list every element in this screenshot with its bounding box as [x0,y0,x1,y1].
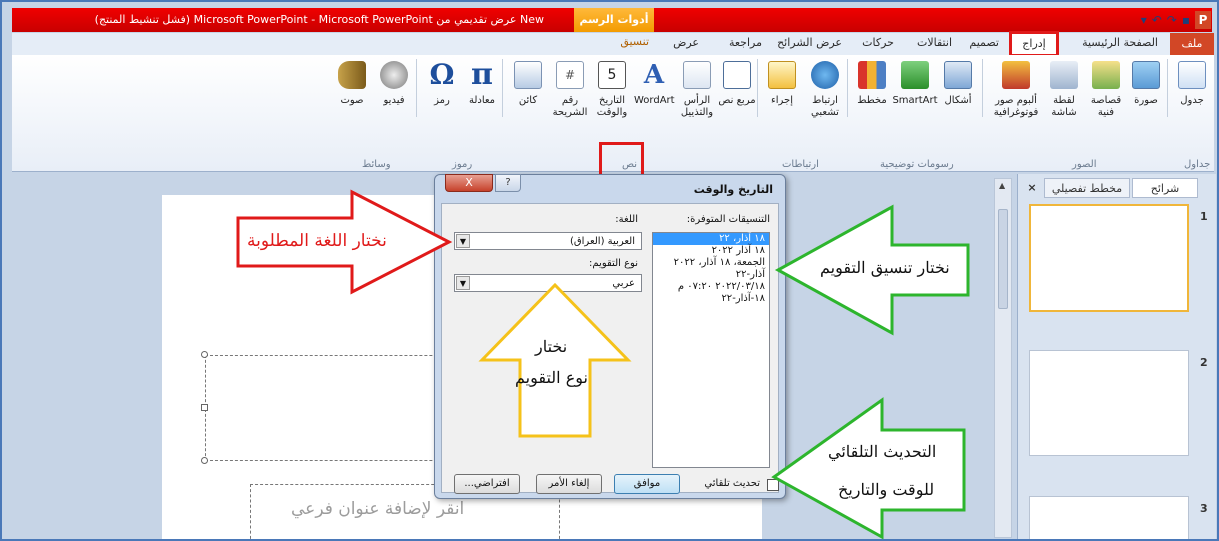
annotation-auto-2: للوقت والتاريخ [838,480,935,499]
annotation-calendar-2: نوع التقويم [515,368,588,387]
app-window: New عرض تقديمي من Microsoft PowerPoint -… [0,0,1219,541]
annotation-layer [236,189,970,539]
annotation-language: نختار اللغة المطلوبة [247,231,387,251]
annotation-auto-1: التحديث التلقائي [828,442,937,461]
arrow-green-left-bottom [771,397,966,539]
annotation-calendar-1: نختار [535,337,568,356]
annotation-format: نختار تنسيق التقويم [820,258,950,277]
arrow-yellow-up [478,282,632,438]
